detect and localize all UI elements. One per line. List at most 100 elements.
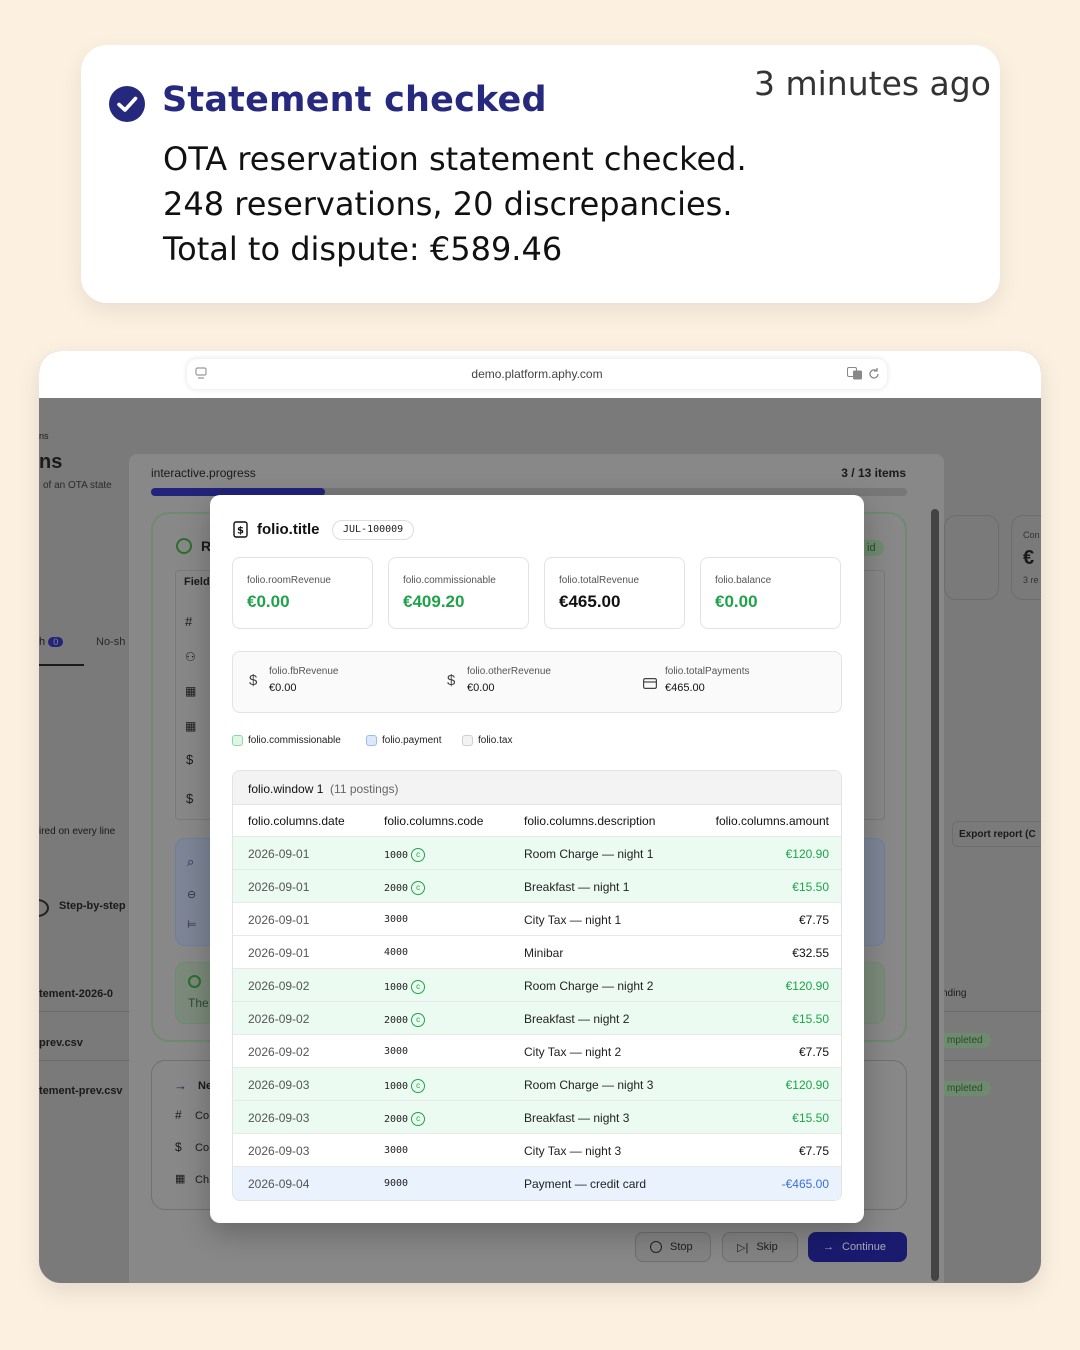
check-circle-icon (188, 975, 201, 988)
divider (944, 1011, 1041, 1012)
cell-description: City Tax — night 1 (524, 913, 622, 927)
notice-text: The (188, 996, 209, 1010)
address-bar[interactable]: demo.platform.aphy.com (187, 359, 887, 389)
breakdown-label: folio.otherRevenue (467, 666, 551, 677)
legend-item: folio.payment (366, 735, 441, 746)
line-text: ired on every line (39, 826, 116, 837)
table-row[interactable]: 2026-09-02 2000 c Breakfast — night 2 €15.50 (233, 1002, 841, 1035)
table-header-row: folio.columns.date folio.columns.code fo… (233, 805, 841, 837)
notification-line: 248 reservations, 20 discrepancies. (163, 185, 733, 223)
stat-card: folio.totalRevenue €465.00 (544, 557, 685, 629)
breakdown-label: folio.fbRevenue (269, 666, 339, 677)
commissionable-icon: c (411, 881, 426, 895)
translate-icon[interactable] (847, 367, 863, 385)
cell-amount: €15.50 (792, 1012, 829, 1026)
folio-modal: $ folio.title JUL-100009 folio.roomReven… (210, 495, 864, 1223)
status-text: nding (942, 988, 967, 999)
tab-indicator (39, 664, 84, 666)
legend-swatch (232, 735, 243, 746)
window-caption: folio.window 1 (11 postings) (248, 782, 399, 796)
skip-button[interactable]: ▷| Skip (722, 1232, 798, 1262)
column-header[interactable]: folio.columns.description (524, 814, 655, 828)
cell-code: 2000 c (384, 1013, 426, 1027)
table-row[interactable]: 2026-09-01 3000 City Tax — night 1 €7.75 (233, 903, 841, 936)
table-row[interactable]: 2026-09-02 3000 City Tax — night 2 €7.75 (233, 1035, 841, 1068)
cell-amount: €7.75 (798, 913, 829, 927)
file-name[interactable]: tement-2026-0 (39, 988, 113, 1000)
notification-line: Total to dispute: €589.46 (163, 230, 563, 268)
file-name[interactable]: tement-prev.csv (39, 1085, 123, 1097)
progress-label: interactive.progress (151, 466, 256, 480)
legend-item: folio.commissionable (232, 735, 341, 746)
cell-amount: €15.50 (792, 880, 829, 894)
folio-title: folio.title (257, 521, 320, 538)
cell-description: Room Charge — night 1 (524, 847, 654, 861)
cell-code: 1000 c (384, 848, 426, 862)
tab-noshow[interactable]: No-sh (96, 636, 125, 648)
table-row[interactable]: 2026-09-03 3000 City Tax — night 3 €7.75 (233, 1134, 841, 1167)
search-icon[interactable]: ⌕ (187, 854, 194, 870)
link-icon: ⊖ (187, 889, 197, 901)
page-title: ns (39, 451, 63, 473)
export-report-button[interactable]: Export report (C (952, 821, 1041, 847)
cell-code: 1000 c (384, 980, 426, 994)
divider (39, 1011, 129, 1012)
cell-code: 2000 c (384, 881, 426, 895)
stop-icon (650, 1241, 662, 1253)
commissionable-icon: c (411, 848, 426, 862)
skip-icon: ▷| (737, 1241, 749, 1254)
stat-card-label: Con (1023, 530, 1040, 540)
cell-description: Breakfast — night 2 (524, 1012, 630, 1026)
continue-button[interactable]: → Continue (808, 1232, 907, 1262)
table-row[interactable]: 2026-09-04 9000 Payment — credit card -€465… (233, 1167, 841, 1200)
dollar-icon: $ (175, 1140, 182, 1154)
column-header[interactable]: folio.columns.amount (716, 814, 829, 828)
stat-card: folio.commissionable €409.20 (388, 557, 529, 629)
column-header[interactable]: folio.columns.date (248, 814, 345, 828)
stat-card-value: € (1023, 547, 1035, 569)
cell-code: 9000 (384, 1178, 409, 1189)
cell-amount: €7.75 (798, 1144, 829, 1158)
cell-amount: -€465.00 (781, 1177, 829, 1191)
stat-value: €465.00 (559, 592, 621, 611)
cell-code: 3000 (384, 914, 409, 925)
table-row[interactable]: 2026-09-03 2000 c Breakfast — night 3 €15.50 (233, 1101, 841, 1134)
next-item: Ch (195, 1174, 210, 1186)
next-item: Co (195, 1110, 210, 1122)
tab-match[interactable]: h 0 (39, 636, 64, 648)
stat-card: folio.roomRevenue €0.00 (232, 557, 373, 629)
cell-description: Payment — credit card (524, 1177, 647, 1191)
cell-date: 2026-09-01 (248, 847, 310, 861)
stop-button[interactable]: Stop (635, 1232, 711, 1262)
stat-card-sub: 3 re (1023, 575, 1039, 585)
table-row[interactable]: 2026-09-02 1000 c Room Charge — night 2 €120… (233, 969, 841, 1002)
status-badge: mpleted (939, 1033, 991, 1048)
file-name[interactable]: prev.csv (39, 1037, 83, 1049)
cell-code: 2000 c (384, 1112, 426, 1126)
stat-label: folio.balance (715, 575, 772, 586)
check-circle-icon (176, 538, 192, 554)
table-row[interactable]: 2026-09-01 4000 Minibar €32.55 (233, 936, 841, 969)
table-row[interactable]: 2026-09-03 1000 c Room Charge — night 3 €120… (233, 1068, 841, 1101)
calendar-icon: ▦ (185, 684, 197, 698)
calendar-icon: ▦ (185, 719, 197, 733)
cell-amount: €120.90 (785, 847, 829, 861)
cell-amount: €15.50 (792, 1111, 829, 1125)
cell-date: 2026-09-03 (248, 1144, 310, 1158)
cell-code: 3000 (384, 1145, 409, 1156)
arrow-right-icon: → (823, 1241, 834, 1253)
table-row[interactable]: 2026-09-01 1000 c Room Charge — night 1 €120… (233, 837, 841, 870)
hash-icon: # (185, 614, 193, 629)
reload-icon[interactable] (868, 367, 880, 385)
scrollbar[interactable] (931, 509, 939, 1281)
stat-value: €0.00 (247, 592, 290, 611)
notification-line: OTA reservation statement checked. (163, 140, 747, 178)
card-icon (643, 676, 658, 694)
stat-value: €0.00 (715, 592, 758, 611)
cell-date: 2026-09-01 (248, 913, 310, 927)
cell-date: 2026-09-01 (248, 946, 310, 960)
column-header[interactable]: folio.columns.code (384, 814, 483, 828)
table-row[interactable]: 2026-09-01 2000 c Breakfast — night 1 €15.50 (233, 870, 841, 903)
dollar-icon: $ (186, 791, 194, 806)
breakdown-value: €0.00 (269, 682, 297, 694)
